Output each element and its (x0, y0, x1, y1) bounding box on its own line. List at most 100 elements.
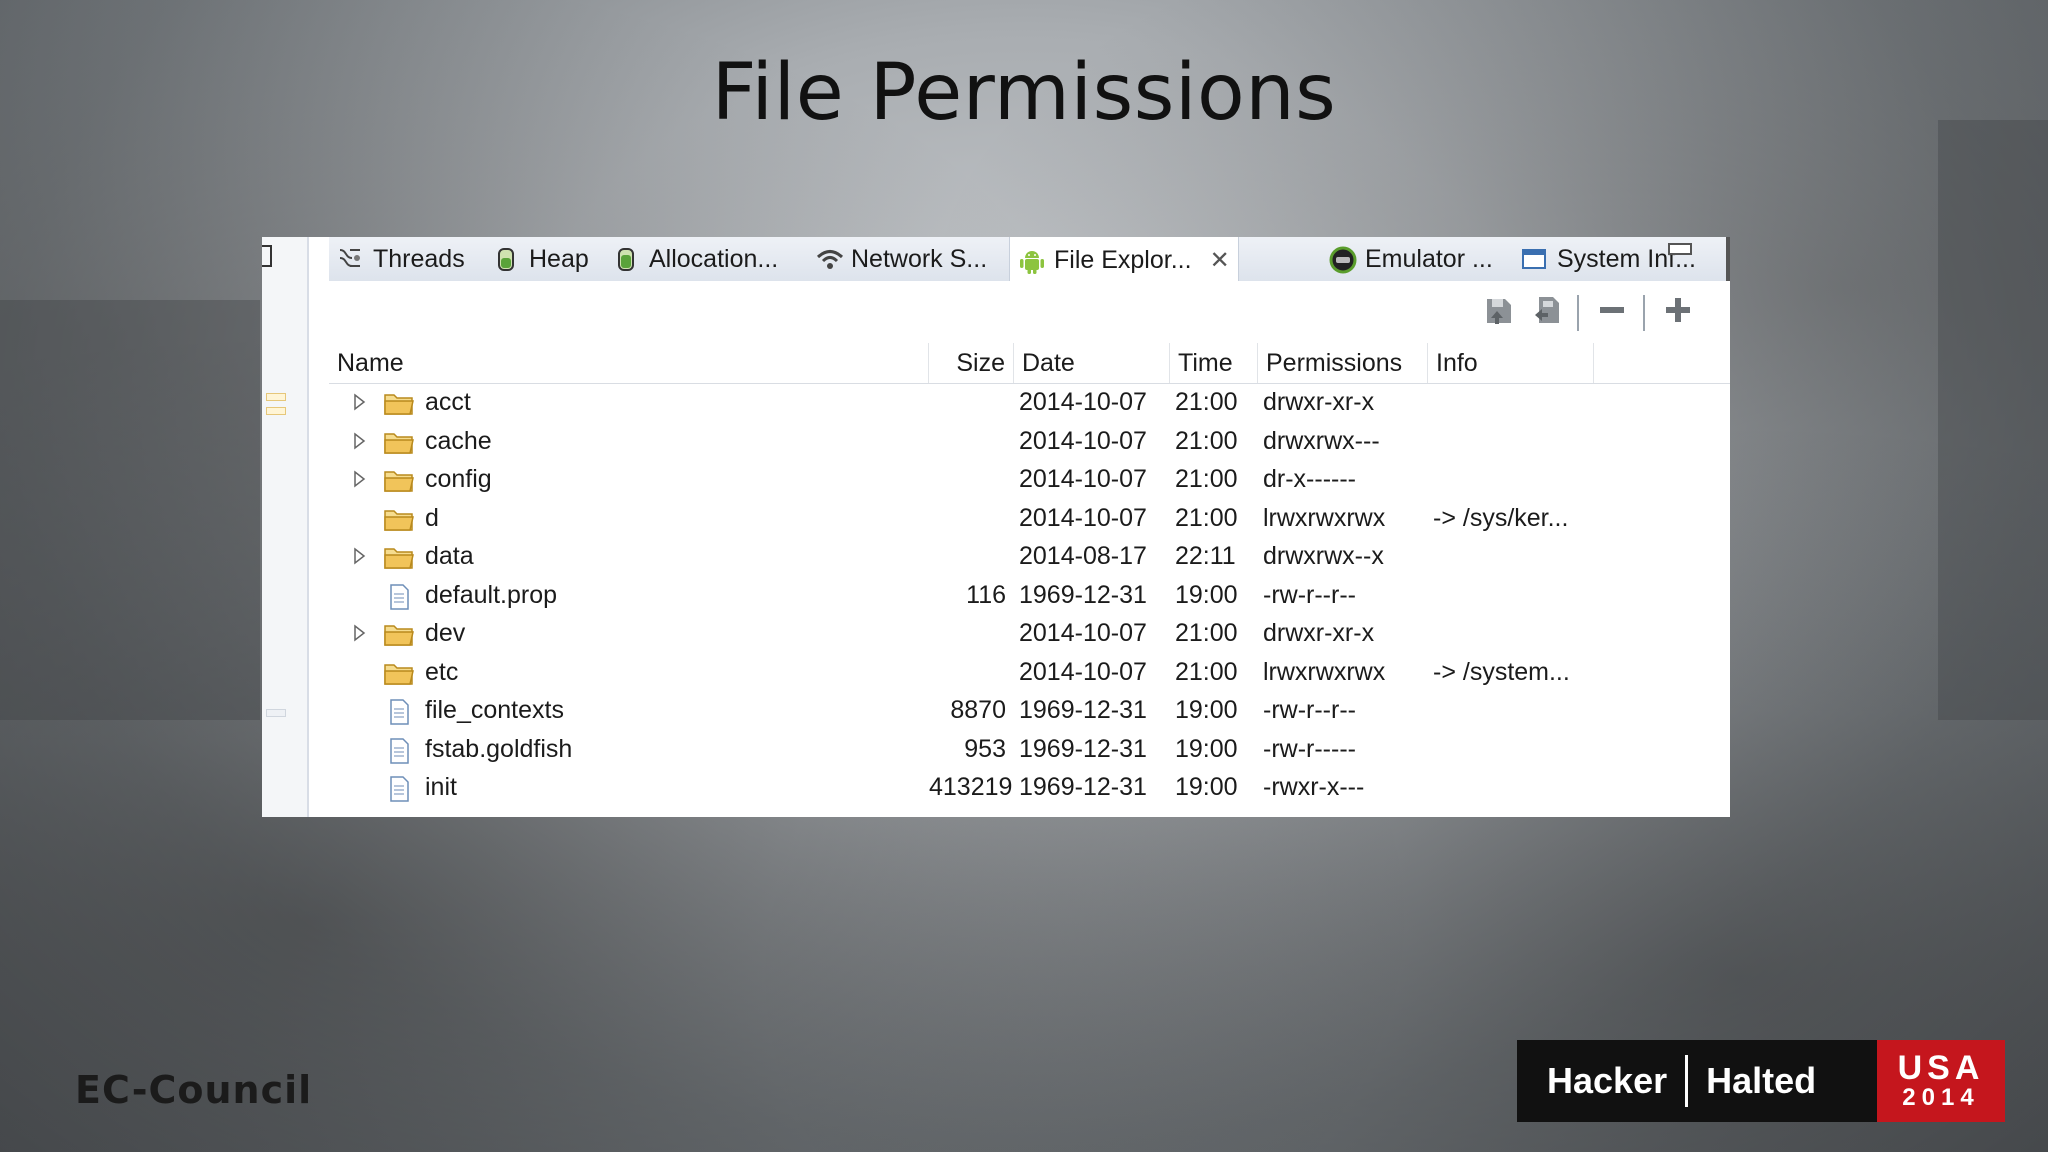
file-permissions: -rw-r----- (1263, 734, 1356, 763)
tab-file-explorer[interactable]: File Explor... ✕ (1009, 237, 1239, 283)
file-size: 413219 (929, 773, 1013, 801)
file-size: 116 (966, 580, 1006, 609)
table-row[interactable]: dev 2014-10-07 21:00 drwxr-xr-x (329, 614, 1730, 653)
file-size (929, 537, 1006, 576)
column-header-info[interactable]: Info (1428, 343, 1594, 383)
column-header-permissions[interactable]: Permissions (1258, 343, 1428, 383)
file-name: dev (425, 619, 466, 647)
file-name: data (425, 542, 474, 570)
file-icon (384, 698, 414, 725)
file-date: 1969-12-31 (1019, 734, 1147, 763)
file-time: 21:00 (1175, 465, 1238, 493)
threads-icon (337, 246, 363, 272)
android-icon (1018, 247, 1044, 274)
table-row[interactable]: acct 2014-10-07 21:00 drwxr-xr-x (329, 383, 1730, 422)
tab-label: Network S... (851, 244, 988, 273)
logo-country: USA (1897, 1049, 1985, 1087)
file-time: 21:00 (1175, 388, 1238, 416)
tab-label: Allocation... (649, 244, 779, 273)
tab-emulator-control[interactable]: Emulator ... (1329, 237, 1493, 281)
file-size (929, 614, 1006, 653)
tab-threads[interactable]: Threads (337, 237, 465, 281)
file-size (929, 499, 1006, 538)
file-permissions: lrwxrwxrwx (1263, 503, 1386, 532)
folder-icon (384, 660, 414, 686)
emulator-icon (1329, 246, 1357, 274)
overview-marker (266, 407, 286, 415)
toolbar-separator (1643, 295, 1645, 331)
panel-edge (1726, 237, 1730, 281)
tab-allocation[interactable]: Allocation... (613, 237, 778, 281)
file-date: 1969-12-31 (1019, 773, 1147, 801)
table-row[interactable]: file_contexts 8870 1969-12-31 19:00 -rw-r--r… (329, 691, 1730, 730)
expand-arrow-icon[interactable] (353, 622, 367, 644)
file-name: file_contexts (425, 696, 564, 724)
background-building-right (1938, 120, 2048, 720)
push-file-button[interactable] (1531, 295, 1565, 329)
new-folder-button[interactable] (1661, 295, 1695, 329)
expand-arrow-icon[interactable] (353, 430, 367, 452)
toolbar-separator (1577, 295, 1579, 331)
file-time: 21:00 (1175, 619, 1238, 647)
folder-icon (384, 467, 414, 493)
column-header-time[interactable]: Time (1170, 343, 1258, 383)
file-date: 2014-10-07 (1019, 619, 1147, 647)
file-time: 19:00 (1175, 580, 1238, 609)
expand-arrow-icon[interactable] (353, 468, 367, 490)
logo-word-halted: Halted (1706, 1060, 1817, 1101)
file-list: acct 2014-10-07 21:00 drwxr-xr-x cache 2014-1… (329, 383, 1730, 817)
file-name: acct (425, 388, 471, 416)
eclipse-file-explorer-panel: Threads Heap Allocation... Network S... (262, 237, 1730, 817)
table-row[interactable]: default.prop 116 1969-12-31 19:00 -rw-r--r-- (329, 576, 1730, 615)
file-name: fstab.goldfish (425, 734, 573, 763)
left-stub (262, 245, 272, 267)
expand-arrow-icon[interactable] (353, 545, 367, 567)
file-name: init (425, 773, 457, 801)
logo-black-block: Hacker Halted (1517, 1040, 1877, 1122)
file-info: -> /sys/ker... (1433, 503, 1569, 532)
table-row[interactable]: etc 2014-10-07 21:00 lrwxrwxrwx -> /system..… (329, 653, 1730, 692)
close-tab-icon[interactable]: ✕ (1210, 246, 1230, 275)
column-header-date[interactable]: Date (1014, 343, 1170, 383)
file-name: etc (425, 657, 459, 686)
file-date: 2014-10-07 (1019, 465, 1147, 493)
tab-label: Threads (373, 244, 465, 273)
pull-file-button[interactable] (1483, 295, 1517, 329)
tab-heap[interactable]: Heap (493, 237, 589, 281)
file-icon (384, 583, 414, 610)
file-size (929, 653, 1006, 692)
column-header-size[interactable]: Size (929, 343, 1014, 383)
file-time: 22:11 (1175, 542, 1236, 570)
table-row[interactable]: init 413219 1969-12-31 19:00 -rwxr-x--- (329, 768, 1730, 807)
column-header-name[interactable]: Name (329, 343, 929, 383)
heap-icon (493, 246, 519, 272)
file-date: 2014-10-07 (1019, 657, 1147, 686)
folder-icon (384, 621, 414, 647)
file-permissions: drwxrwx--x (1263, 542, 1384, 570)
table-row[interactable]: fstab.goldfish 953 1969-12-31 19:00 -rw-r---… (329, 730, 1730, 769)
background-building-left (0, 300, 260, 720)
file-time: 21:00 (1175, 503, 1238, 532)
table-row[interactable]: d 2014-10-07 21:00 lrwxrwxrwx -> /sys/ker... (329, 499, 1730, 538)
pull-file-icon (1483, 293, 1517, 332)
table-row[interactable]: cache 2014-10-07 21:00 drwxrwx--- (329, 422, 1730, 461)
file-size (929, 422, 1006, 461)
push-file-icon (1531, 293, 1565, 332)
allocation-icon (613, 246, 639, 272)
delete-button[interactable] (1595, 295, 1629, 329)
file-time: 19:00 (1175, 773, 1238, 801)
table-row[interactable]: data 2014-08-17 22:11 drwxrwx--x (329, 537, 1730, 576)
expand-arrow-icon[interactable] (353, 391, 367, 413)
file-permissions: -rw-r--r-- (1263, 580, 1356, 609)
file-date: 2014-10-07 (1019, 503, 1147, 532)
minimize-view-button[interactable] (1668, 243, 1692, 255)
view-tab-bar: Threads Heap Allocation... Network S... (329, 237, 1730, 283)
folder-icon (384, 506, 414, 532)
file-permissions: drwxr-xr-x (1263, 388, 1375, 416)
file-date: 1969-12-31 (1019, 580, 1147, 609)
tab-network-statistics[interactable]: Network S... (815, 237, 987, 281)
folder-icon (384, 429, 414, 455)
file-date: 2014-10-07 (1019, 388, 1147, 416)
table-row[interactable]: config 2014-10-07 21:00 dr-x------ (329, 460, 1730, 499)
file-name: config (425, 465, 492, 493)
